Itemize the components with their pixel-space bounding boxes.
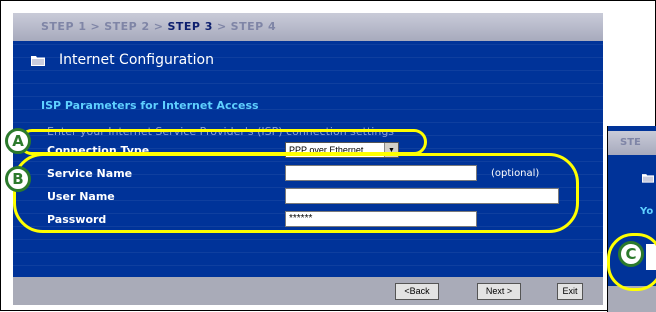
back-button[interactable]: <Back xyxy=(395,283,439,300)
second-panel-text: Yo xyxy=(640,206,654,217)
folder-icon xyxy=(642,170,654,188)
highlight-b xyxy=(13,153,579,233)
second-step-indicator: STE xyxy=(608,131,656,155)
exit-button[interactable]: Exit xyxy=(557,283,583,300)
step-4-label: STEP 4 xyxy=(230,20,277,33)
step-separator: > xyxy=(216,20,227,33)
step-3-label-current: STEP 3 xyxy=(167,20,213,33)
button-bar: <Back Next > Exit xyxy=(13,277,603,305)
folder-icon xyxy=(31,54,45,66)
page-title: Internet Configuration xyxy=(59,52,214,68)
step-2-label: STEP 2 xyxy=(104,20,150,33)
callout-b: B xyxy=(5,166,31,192)
highlight-a xyxy=(19,129,427,155)
callout-a: A xyxy=(5,128,31,154)
screenshot-frame: STEP 1 > STEP 2 > STEP 3 > STEP 4 Internet Con… xyxy=(0,0,656,312)
page-title-row: Internet Configuration xyxy=(31,49,214,71)
step-separator: > xyxy=(90,20,101,33)
second-step-label: STE xyxy=(620,137,641,148)
step-indicator: STEP 1 > STEP 2 > STEP 3 > STEP 4 xyxy=(13,13,603,41)
step-1-label: STEP 1 xyxy=(41,20,87,33)
step-separator: > xyxy=(153,20,164,33)
section-title: ISP Parameters for Internet Access xyxy=(41,99,259,112)
next-button[interactable]: Next > xyxy=(477,283,521,300)
callout-c: C xyxy=(618,241,644,267)
